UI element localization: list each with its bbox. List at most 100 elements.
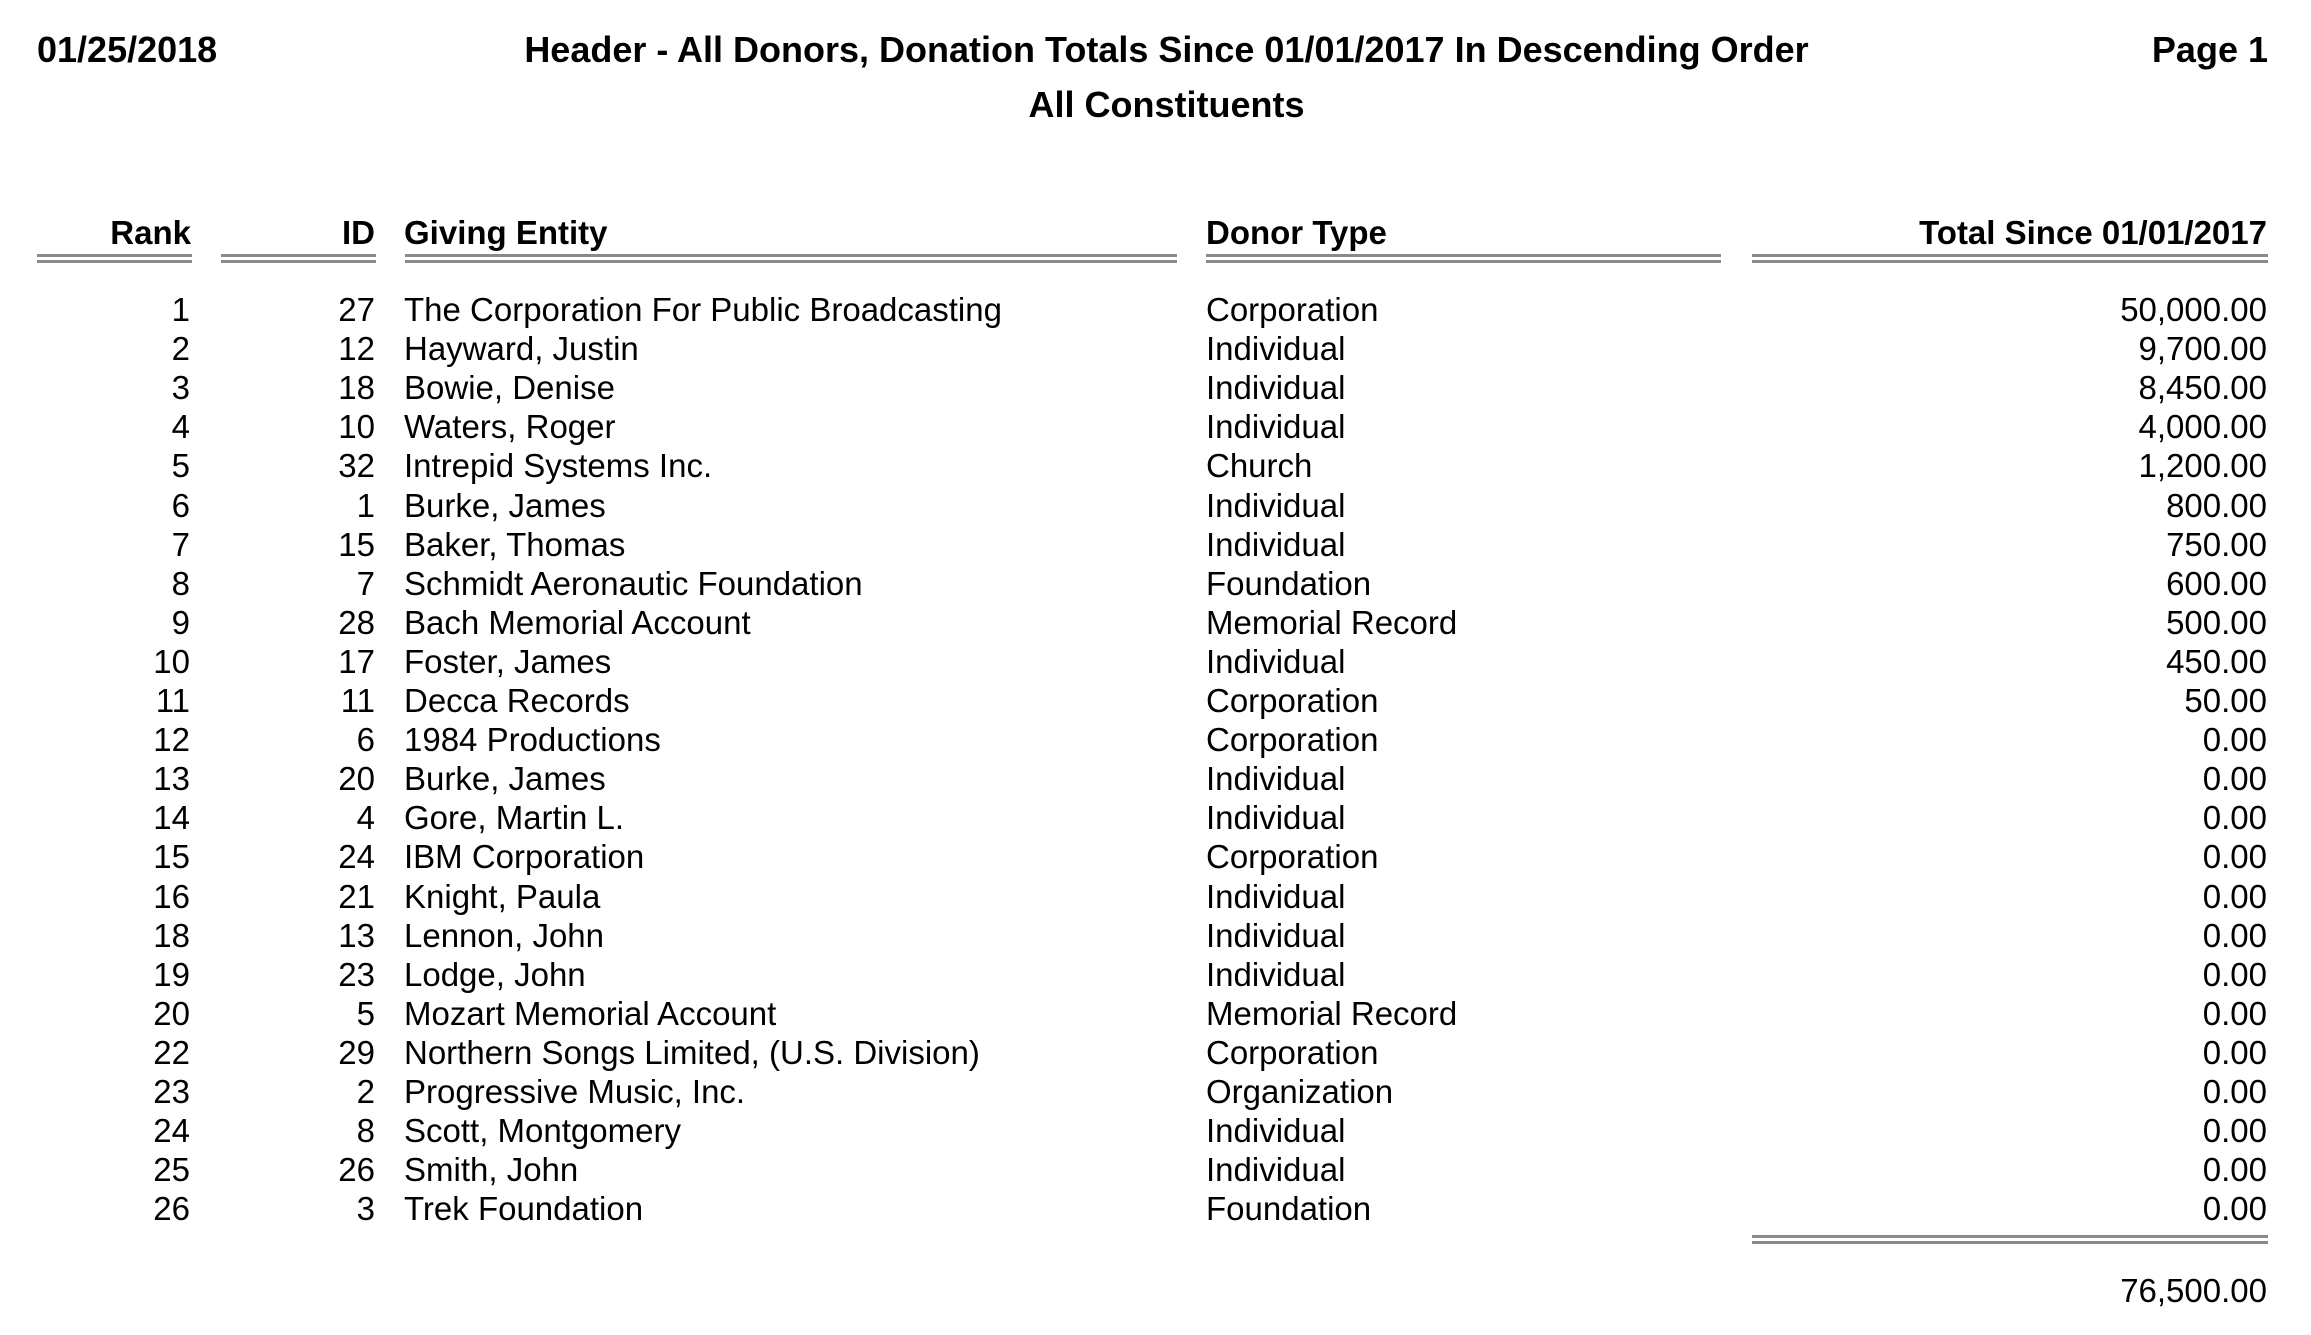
id-cell: 13 [338,916,375,954]
column-header-total: Total Since 01/01/2017 [1919,214,2267,251]
giving-entity-cell: IBM Corporation [404,838,645,876]
table-row: 14 4 Gore, Martin L. Individual 0.00 [0,798,2311,837]
table-row: 25 26 Smith, John Individual 0.00 [0,1150,2311,1189]
table-row: 18 13 Lennon, John Individual 0.00 [0,916,2311,955]
giving-entity-cell: Foster, James [404,642,612,680]
total-cell: 0.00 [2202,1190,2267,1228]
rank-cell: 8 [171,564,190,602]
rank-cell: 23 [153,1073,190,1110]
column-header-id: ID [342,214,375,251]
donor-type-cell: Individual [1206,955,1346,993]
id-cell: 20 [338,760,375,798]
table-row: 19 23 Lodge, John Individual 0.00 [0,955,2311,994]
table-row: 20 5 Mozart Memorial Account Memorial Recor… [0,994,2311,1033]
rank-cell: 15 [153,838,190,876]
table-row: 1 27 The Corporation For Public Broadcasti… [0,290,2311,329]
table-row: 9 28 Bach Memorial Account Memorial Record 5… [0,603,2311,642]
report-subtitle: All Constituents [1028,84,1305,125]
id-cell: 8 [356,1112,375,1150]
id-cell: 26 [338,1151,375,1189]
giving-entity-cell: Lennon, John [404,916,605,954]
rank-cell: 11 [155,682,190,719]
rank-cell: 9 [171,603,190,641]
id-cell: 4 [356,799,375,837]
total-cell: 0.00 [2202,838,2267,876]
total-cell: 50.00 [2184,682,2267,719]
total-cell: 1,200.00 [2138,447,2267,485]
table-row: 16 21 Knight, Paula Individual 0.00 [0,877,2311,916]
total-cell: 0.00 [2202,760,2267,798]
donor-type-cell: Corporation [1206,682,1379,719]
table-row: 5 32 Intrepid Systems Inc. Church 1,200.00 [0,446,2311,485]
total-cell: 0.00 [2202,799,2267,837]
rank-cell: 7 [171,525,190,563]
donor-type-cell: Corporation [1206,291,1379,328]
donor-type-cell: Corporation [1206,721,1379,759]
rank-cell: 3 [171,369,190,407]
giving-entity-cell: Decca Records [404,682,630,719]
total-cell: 0.00 [2202,994,2267,1032]
donor-type-cell: Memorial Record [1206,603,1458,641]
rank-cell: 24 [153,1112,190,1150]
rank-cell: 10 [153,642,190,680]
id-cell: 15 [338,525,375,563]
id-cell: 32 [338,447,375,485]
rank-cell: 18 [153,916,190,954]
total-cell: 450.00 [2166,642,2267,680]
id-cell: 7 [356,564,375,602]
rank-cell: 25 [153,1151,190,1189]
giving-entity-cell: The Corporation For Public Broadcasting [404,291,1002,328]
total-cell: 0.00 [2202,1151,2267,1189]
rank-cell: 26 [153,1190,190,1228]
rank-cell: 16 [153,877,190,915]
id-cell: 1 [356,486,375,524]
giving-entity-cell: Intrepid Systems Inc. [404,447,713,485]
rank-cell: 2 [171,330,190,368]
rank-header-double-rule [37,254,192,263]
id-cell: 21 [338,877,375,915]
donor-type-cell: Individual [1206,408,1346,446]
donor-type-cell: Memorial Record [1206,994,1458,1032]
rank-cell: 6 [171,486,190,524]
rank-cell: 19 [153,955,190,993]
donor-type-cell: Corporation [1206,1033,1379,1071]
table-row: 22 29 Northern Songs Limited, (U.S. Divisi… [0,1033,2311,1072]
table-row: 4 10 Waters, Roger Individual 4,000.00 [0,407,2311,446]
donor-type-cell: Individual [1206,525,1346,563]
donor-type-cell: Individual [1206,1151,1346,1189]
rank-cell: 20 [153,994,190,1032]
donor-type-cell: Individual [1206,1112,1346,1150]
donor-type-cell: Individual [1206,760,1346,798]
table-row: 8 7 Schmidt Aeronautic Foundation Foundatio… [0,564,2311,603]
total-cell: 500.00 [2166,603,2267,641]
table-row: 23 2 Progressive Music, Inc. Organization 0.… [0,1072,2311,1111]
id-header-double-rule [221,254,376,263]
giving-entity-cell: 1984 Productions [404,721,661,759]
donor-type-cell: Individual [1206,369,1346,407]
total-cell: 8,450.00 [2138,369,2267,407]
table-row: 12 6 1984 Productions Corporation 0.00 [0,720,2311,759]
giving-entity-cell: Waters, Roger [404,408,616,446]
total-cell: 0.00 [2202,955,2267,993]
rank-cell: 12 [153,721,190,759]
giving-entity-cell: Bach Memorial Account [404,603,751,641]
total-cell: 50,000.00 [2120,291,2267,328]
total-cell: 0.00 [2202,1033,2267,1071]
giving-entity-cell: Burke, James [404,760,606,798]
table-row: 24 8 Scott, Montgomery Individual 0.00 [0,1111,2311,1150]
donor-type-cell: Individual [1206,486,1346,524]
rank-cell: 4 [171,408,190,446]
total-cell: 800.00 [2166,486,2267,524]
giving-entity-cell: Trek Foundation [404,1190,644,1228]
giving-entity-cell: Baker, Thomas [404,525,626,563]
table-row: 7 15 Baker, Thomas Individual 750.00 [0,525,2311,564]
donor-type-cell: Individual [1206,642,1346,680]
grand-total-double-rule [1752,1235,2268,1244]
table-row: 3 18 Bowie, Denise Individual 8,450.00 [0,368,2311,407]
total-cell: 0.00 [2202,1073,2267,1110]
giving-entity-cell: Schmidt Aeronautic Foundation [404,564,863,602]
total-cell: 4,000.00 [2138,408,2267,446]
id-cell: 27 [338,291,375,328]
total-cell: 0.00 [2202,877,2267,915]
id-cell: 12 [338,330,375,368]
